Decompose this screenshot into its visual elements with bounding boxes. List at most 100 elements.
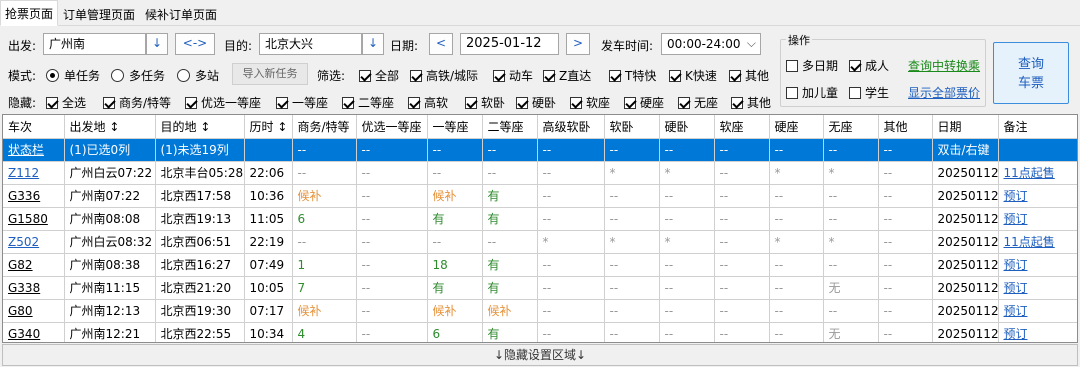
filter-checkbox-3[interactable]: Z直达 xyxy=(543,67,591,84)
note-link[interactable]: 预订 xyxy=(998,322,1077,342)
status-row[interactable]: 状态栏 (1)已选0列 (1)未选19列 -- -- -- -- -- -- -- -- -- -- --… xyxy=(3,138,1077,162)
transfer-query-link[interactable]: 查询中转换乘 xyxy=(908,57,980,74)
mode-option-multi-station[interactable]: 多站 xyxy=(177,67,219,84)
hide-checkbox-4[interactable]: 二等座 xyxy=(342,94,394,111)
column-header[interactable]: 其他 xyxy=(878,115,933,139)
hide-checkbox-6[interactable]: 软卧 xyxy=(465,94,505,111)
swap-stations-button[interactable]: <-> xyxy=(175,33,215,55)
mode-option-single[interactable]: 单任务 xyxy=(46,67,100,84)
column-header[interactable]: 备注 xyxy=(998,115,1077,139)
checkbox-icon xyxy=(669,70,681,82)
hide-settings-bar[interactable]: ↓隐藏设置区域↓ xyxy=(2,344,1078,366)
train-number[interactable]: G1580 xyxy=(3,207,65,231)
train-number[interactable]: Z112 xyxy=(3,161,65,185)
to-dropdown-button[interactable]: ↓ xyxy=(362,33,384,55)
table-row[interactable]: G338 广州南11:15 北京西21:20 10:05 7 -- 有有 -- -- -- -- --… xyxy=(3,276,1077,300)
column-header[interactable]: 二等座 xyxy=(482,115,538,139)
to-station-input[interactable]: 北京大兴 xyxy=(259,33,362,55)
status-cell[interactable]: 状态栏 xyxy=(3,138,65,162)
show-all-prices-link[interactable]: 显示全部票价 xyxy=(908,84,980,101)
column-header[interactable]: 车次 xyxy=(3,115,65,139)
column-header[interactable]: 历时 ↕ xyxy=(244,115,293,139)
cell-to: 北京西22:55 xyxy=(155,322,245,342)
hide-checkbox-2[interactable]: 优选一等座 xyxy=(185,94,261,111)
column-header[interactable]: 硬座 xyxy=(769,115,824,139)
train-number[interactable]: Z502 xyxy=(3,230,65,254)
train-number[interactable]: G80 xyxy=(3,299,65,323)
multi-date-checkbox[interactable]: 多日期 xyxy=(786,57,838,74)
checkbox-label: 学生 xyxy=(865,86,890,100)
import-task-button[interactable]: 导入新任务 xyxy=(232,63,308,85)
seat-cell: -- xyxy=(878,299,933,323)
table-row[interactable]: G82 广州南08:38 北京西16:27 07:49 1 -- 18 有 -- -- -- -- --… xyxy=(3,253,1077,277)
hide-checkbox-9[interactable]: 硬座 xyxy=(624,94,664,111)
checkbox-label: 软卧 xyxy=(481,96,506,110)
date-input[interactable]: 2025-01-12 xyxy=(460,33,559,55)
column-header[interactable]: 一等座 xyxy=(427,115,483,139)
column-header[interactable]: 高级软卧 xyxy=(537,115,605,139)
mode-option-multi[interactable]: 多任务 xyxy=(111,67,165,84)
seat-cell: -- xyxy=(427,230,483,254)
note-link[interactable]: 预订 xyxy=(998,207,1077,231)
train-number[interactable]: G82 xyxy=(3,253,65,277)
tab-waitlist-orders[interactable]: 候补订单页面 xyxy=(140,1,222,25)
filter-checkbox-2[interactable]: 动车 xyxy=(493,67,533,84)
hide-checkbox-3[interactable]: 一等座 xyxy=(276,94,328,111)
note-link[interactable]: 预订 xyxy=(998,276,1077,300)
hide-checkbox-8[interactable]: 软座 xyxy=(570,94,610,111)
date-next-button[interactable]: > xyxy=(566,33,590,55)
filter-checkbox-5[interactable]: K快速 xyxy=(669,67,717,84)
hide-checkbox-5[interactable]: 高软 xyxy=(408,94,448,111)
hide-checkbox-1[interactable]: 商务/特等 xyxy=(103,94,171,111)
note-link[interactable]: 预订 xyxy=(998,184,1077,208)
note-link[interactable]: 11点起售 xyxy=(998,230,1077,254)
seat-cell: -- xyxy=(537,184,605,208)
date-prev-button[interactable]: < xyxy=(429,33,453,55)
table-row[interactable]: Z112 广州白云07:22 北京丰台05:28 22:06 -- -- -- -- -- * * -… xyxy=(3,161,1077,185)
from-station-input[interactable]: 广州南 xyxy=(43,33,146,55)
note-link[interactable]: 预订 xyxy=(998,299,1077,323)
hide-checkbox-11[interactable]: 其他 xyxy=(731,94,771,111)
column-header[interactable]: 硬卧 xyxy=(659,115,715,139)
adult-checkbox[interactable]: 成人 xyxy=(849,57,889,74)
table-row[interactable]: G340 广州南12:21 北京西22:55 10:34 4 -- 6 有 -- -- -- -- --… xyxy=(3,322,1077,342)
checkbox-icon xyxy=(493,70,505,82)
cell-date: 20250112 xyxy=(932,184,999,208)
table-row[interactable]: G336 广州南07:22 北京西17:58 10:36 候补 -- 候补有 -- -- -- --… xyxy=(3,184,1077,208)
filter-checkbox-0[interactable]: 全部 xyxy=(359,67,399,84)
tab-bar: 抢票页面 订单管理页面 候补订单页面 xyxy=(0,0,1080,26)
filter-checkbox-6[interactable]: 其他 xyxy=(729,67,769,84)
column-header[interactable]: 无座 xyxy=(823,115,879,139)
filter-checkbox-4[interactable]: T特快 xyxy=(609,67,656,84)
column-header[interactable]: 软座 xyxy=(714,115,770,139)
seat-cell: -- xyxy=(823,207,879,231)
train-number[interactable]: G340 xyxy=(3,322,65,342)
table-row[interactable]: Z502 广州白云08:32 北京西06:51 22:19 -- -- -- -- * * * -- *… xyxy=(3,230,1077,254)
column-header[interactable]: 软卧 xyxy=(604,115,660,139)
add-child-checkbox[interactable]: 加儿童 xyxy=(786,84,838,101)
hide-checkbox-7[interactable]: 硬卧 xyxy=(516,94,556,111)
seat-cell: -- xyxy=(659,184,715,208)
hide-checkbox-0[interactable]: 全选 xyxy=(46,94,86,111)
from-dropdown-button[interactable]: ↓ xyxy=(146,33,168,55)
tab-grab-tickets[interactable]: 抢票页面 xyxy=(0,0,59,26)
tab-order-management[interactable]: 订单管理页面 xyxy=(58,1,140,25)
filter-checkbox-1[interactable]: 高铁/城际 xyxy=(410,67,478,84)
column-header[interactable]: 商务/特等 xyxy=(292,115,357,139)
note-link[interactable]: 11点起售 xyxy=(998,161,1077,185)
mode-label: 模式: xyxy=(8,69,37,83)
column-header[interactable]: 出发地 ↕ xyxy=(64,115,156,139)
table-row[interactable]: G80 广州南12:13 北京西19:30 07:17 候补 -- 候补 候补 -- -- -- --… xyxy=(3,299,1077,323)
depart-time-select[interactable]: 00:00-24:00 ⌵ xyxy=(661,33,761,55)
column-header[interactable]: 优选一等座 xyxy=(356,115,428,139)
student-checkbox[interactable]: 学生 xyxy=(849,84,889,101)
train-number[interactable]: G336 xyxy=(3,184,65,208)
table-row[interactable]: G1580 广州南08:08 北京西19:13 11:05 6 -- 有有 -- -- -- -- -… xyxy=(3,207,1077,231)
query-tickets-button[interactable]: 查询 车票 xyxy=(993,42,1069,104)
column-header[interactable]: 日期 xyxy=(932,115,999,139)
note-link[interactable]: 预订 xyxy=(998,253,1077,277)
train-number[interactable]: G338 xyxy=(3,276,65,300)
seat-cell: -- xyxy=(769,322,824,342)
hide-checkbox-10[interactable]: 无座 xyxy=(678,94,718,111)
column-header[interactable]: 目的地 ↕ xyxy=(155,115,245,139)
